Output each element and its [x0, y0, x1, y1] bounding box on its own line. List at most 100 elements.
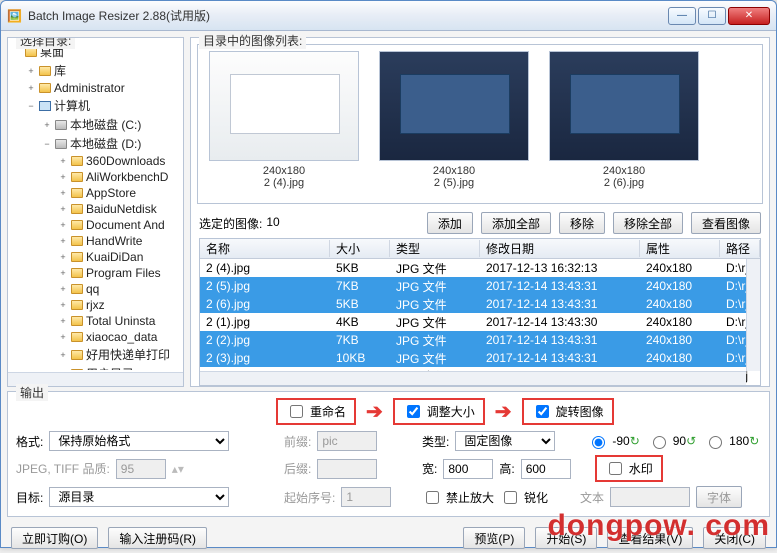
- tree-node[interactable]: +Document And: [8, 217, 183, 233]
- tree-node[interactable]: +AliWorkbenchD: [8, 169, 183, 185]
- thumbnail-image: [379, 51, 529, 161]
- expand-icon[interactable]: +: [58, 350, 68, 360]
- expand-icon[interactable]: +: [42, 120, 52, 130]
- watermark-checkbox[interactable]: 水印: [595, 455, 663, 482]
- expand-icon[interactable]: +: [58, 316, 68, 326]
- tree-node[interactable]: +AppStore: [8, 185, 183, 201]
- tree-node[interactable]: +360Downloads: [8, 153, 183, 169]
- tree-node[interactable]: +KuaiDiDan: [8, 249, 183, 265]
- expand-icon[interactable]: +: [26, 66, 36, 76]
- filelist-scrollbar-h[interactable]: [200, 371, 746, 385]
- expand-icon[interactable]: +: [58, 188, 68, 198]
- close-app-button[interactable]: 关闭(C): [703, 527, 766, 549]
- file-row[interactable]: 2 (3).jpg10KBJPG 文件2017-12-14 13:43:3124…: [200, 349, 760, 367]
- add-all-button[interactable]: 添加全部: [481, 212, 551, 234]
- titlebar[interactable]: 🖼️ Batch Image Resizer 2.88(试用版) — ☐ ✕: [1, 1, 776, 31]
- file-row[interactable]: 2 (6).jpg5KBJPG 文件2017-12-14 13:43:31240…: [200, 295, 760, 313]
- col-size[interactable]: 大小: [330, 240, 390, 257]
- col-type[interactable]: 类型: [390, 240, 480, 257]
- sharpen-checkbox[interactable]: 锐化: [500, 488, 548, 507]
- file-list-header[interactable]: 名称 大小 类型 修改日期 属性 路径: [200, 239, 760, 259]
- rotate-checkbox[interactable]: 旋转图像: [522, 398, 614, 425]
- remove-all-button[interactable]: 移除全部: [613, 212, 683, 234]
- expand-icon[interactable]: +: [58, 252, 68, 262]
- col-attr[interactable]: 属性: [640, 240, 720, 257]
- target-select[interactable]: 源目录: [49, 487, 229, 507]
- expand-icon[interactable]: +: [58, 156, 68, 166]
- tree-node[interactable]: +rjxz: [8, 297, 183, 313]
- rename-checkbox[interactable]: 重命名: [276, 398, 356, 425]
- col-name[interactable]: 名称: [200, 240, 330, 257]
- expand-icon[interactable]: +: [58, 220, 68, 230]
- resize-type-select[interactable]: 固定图像: [455, 431, 555, 451]
- directory-panel: 选择目录: 桌面+库+Administrator−计算机+本地磁盘 (C:)−本…: [7, 37, 184, 387]
- minimize-button[interactable]: —: [668, 7, 696, 25]
- expand-icon[interactable]: −: [42, 139, 52, 149]
- expand-icon[interactable]: +: [58, 268, 68, 278]
- expand-icon[interactable]: +: [58, 172, 68, 182]
- drive-icon: [54, 118, 68, 132]
- add-button[interactable]: 添加: [427, 212, 473, 234]
- file-row[interactable]: 2 (2).jpg7KBJPG 文件2017-12-14 13:43:31240…: [200, 331, 760, 349]
- resize-checkbox[interactable]: 调整大小: [393, 398, 485, 425]
- start-button[interactable]: 开始(S): [535, 527, 597, 549]
- col-path[interactable]: 路径: [720, 240, 760, 257]
- height-input[interactable]: [521, 459, 571, 479]
- tree-node-label: 用户目录: [86, 365, 134, 370]
- selection-toolbar: 选定的图像: 10 添加 添加全部 移除 移除全部 查看图像: [191, 210, 769, 236]
- expand-icon[interactable]: +: [58, 284, 68, 294]
- rotate-neg90-radio[interactable]: -90↻: [587, 433, 639, 449]
- file-row[interactable]: 2 (5).jpg7KBJPG 文件2017-12-14 13:43:31240…: [200, 277, 760, 295]
- file-row[interactable]: 2 (4).jpg5KBJPG 文件2017-12-13 16:32:13240…: [200, 259, 760, 277]
- remove-button[interactable]: 移除: [559, 212, 605, 234]
- expand-icon[interactable]: +: [26, 83, 36, 93]
- view-image-button[interactable]: 查看图像: [691, 212, 761, 234]
- thumbnail[interactable]: 240x1802 (5).jpg: [374, 51, 534, 197]
- suffix-input: [317, 459, 377, 479]
- tree-node-label: 360Downloads: [86, 154, 165, 168]
- expand-icon[interactable]: +: [58, 300, 68, 310]
- tree-node[interactable]: +本地磁盘 (C:): [8, 115, 183, 134]
- format-select[interactable]: 保持原始格式: [49, 431, 229, 451]
- file-row[interactable]: 2 (1).jpg4KBJPG 文件2017-12-14 13:43:30240…: [200, 313, 760, 331]
- close-button[interactable]: ✕: [728, 7, 770, 25]
- rotate-180-radio[interactable]: 180↻: [704, 433, 759, 449]
- suffix-label: 后缀:: [284, 460, 311, 477]
- tree-node-label: Total Uninsta: [86, 314, 155, 328]
- directory-tree[interactable]: 桌面+库+Administrator−计算机+本地磁盘 (C:)−本地磁盘 (D…: [8, 38, 183, 370]
- tree-node[interactable]: +BaiduNetdisk: [8, 201, 183, 217]
- file-list[interactable]: 名称 大小 类型 修改日期 属性 路径 2 (4).jpg5KBJPG 文件20…: [199, 238, 761, 386]
- rotate-90-radio[interactable]: 90↺: [648, 433, 696, 449]
- view-result-button[interactable]: 查看结果(V): [607, 527, 693, 549]
- tree-node[interactable]: + HandWrite: [8, 233, 183, 249]
- tree-node[interactable]: 用户目录: [8, 364, 183, 370]
- maximize-button[interactable]: ☐: [698, 7, 726, 25]
- order-now-button[interactable]: 立即订购(O): [11, 527, 98, 549]
- rotation-radio-group: -90↻ 90↺ 180↻: [587, 433, 759, 449]
- tree-node[interactable]: +qq: [8, 281, 183, 297]
- tree-node[interactable]: +xiaocao_data: [8, 329, 183, 345]
- thumbnail[interactable]: 240x1802 (6).jpg: [544, 51, 704, 197]
- tree-node[interactable]: + Total Uninsta: [8, 313, 183, 329]
- width-input[interactable]: [443, 459, 493, 479]
- preview-button[interactable]: 预览(P): [463, 527, 525, 549]
- expand-icon[interactable]: +: [58, 332, 68, 342]
- prefix-input: [317, 431, 377, 451]
- expand-icon[interactable]: +: [58, 204, 68, 214]
- expand-icon[interactable]: +: [58, 236, 68, 246]
- width-label: 宽:: [422, 460, 437, 477]
- filelist-scrollbar-v[interactable]: [746, 259, 760, 371]
- enter-reg-button[interactable]: 输入注册码(R): [108, 527, 207, 549]
- thumbnail[interactable]: 240x1802 (4).jpg: [204, 51, 364, 197]
- col-mtime[interactable]: 修改日期: [480, 240, 640, 257]
- tree-node[interactable]: +Program Files: [8, 265, 183, 281]
- no-enlarge-checkbox[interactable]: 禁止放大: [422, 488, 494, 507]
- tree-node[interactable]: +好用快递单打印: [8, 345, 183, 364]
- thumbnail-grid[interactable]: 240x1802 (4).jpg240x1802 (5).jpg240x1802…: [197, 44, 763, 204]
- tree-node[interactable]: +库: [8, 61, 183, 80]
- expand-icon[interactable]: −: [26, 101, 36, 111]
- tree-node[interactable]: −本地磁盘 (D:): [8, 134, 183, 153]
- tree-node[interactable]: −计算机: [8, 96, 183, 115]
- tree-node[interactable]: +Administrator: [8, 80, 183, 96]
- tree-node-label: HandWrite: [86, 234, 142, 248]
